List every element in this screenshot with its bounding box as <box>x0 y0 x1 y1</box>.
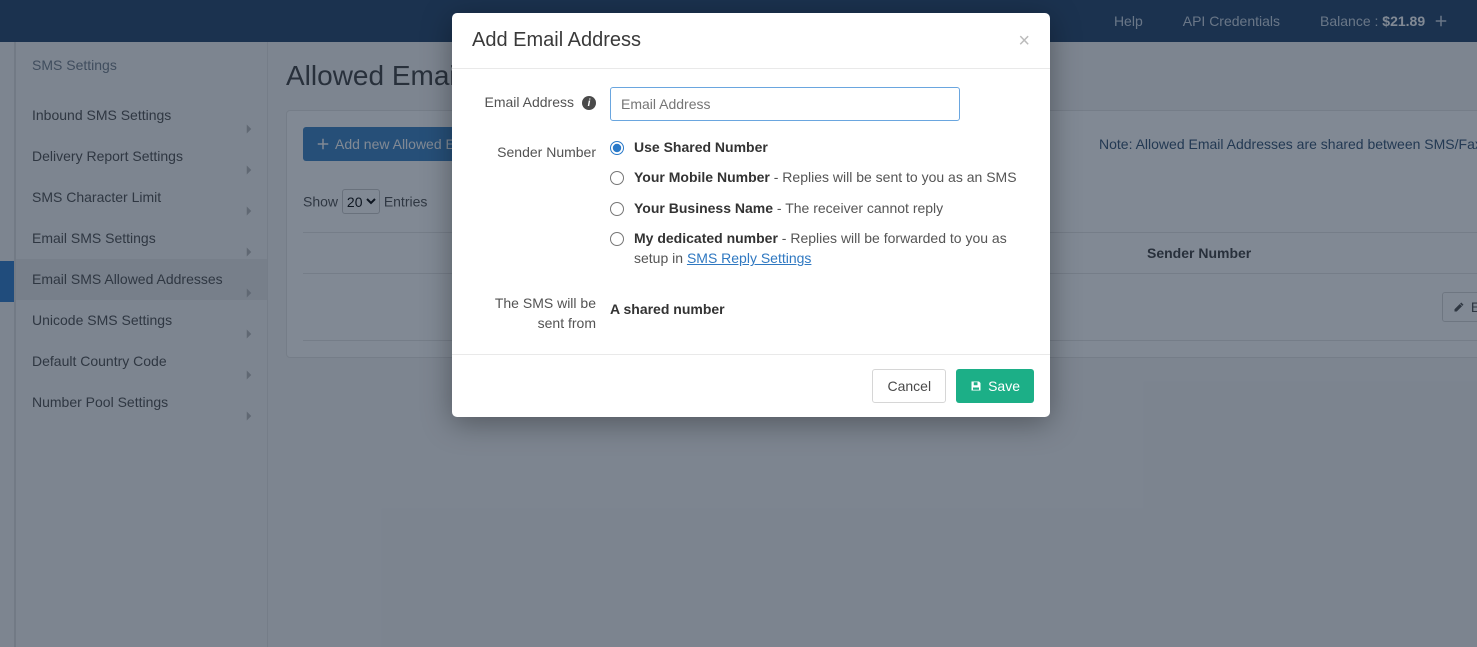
sidebar-item-label: Unicode SMS Settings <box>32 312 172 328</box>
sidebar: SMS Settings Inbound SMS Settings Delive… <box>16 42 268 647</box>
sidebar-item-delivery-report[interactable]: Delivery Report Settings <box>16 136 267 177</box>
save-label: Save <box>988 378 1020 394</box>
edit-label: Edit <box>1471 299 1477 315</box>
col-sender-number: Sender Number <box>1133 233 1428 274</box>
nav-api-credentials-link[interactable]: API Credentials <box>1183 13 1280 29</box>
sidebar-item-char-limit[interactable]: SMS Character Limit <box>16 177 267 218</box>
sidebar-item-label: Delivery Report Settings <box>32 148 183 164</box>
show-label-pre: Show <box>303 194 338 210</box>
option-title: Your Mobile Number <box>634 169 770 185</box>
nav-help-link[interactable]: Help <box>1114 13 1143 29</box>
add-email-modal: Add Email Address × Email Address i Send… <box>452 13 1050 417</box>
option-shared-number[interactable]: Use Shared Number <box>610 137 1030 157</box>
modal-body: Email Address i Sender Number Use Shared… <box>452 69 1050 354</box>
plus-icon[interactable] <box>1435 13 1447 29</box>
radio-business[interactable] <box>610 202 624 216</box>
cancel-button[interactable]: Cancel <box>872 369 946 403</box>
chevron-right-icon <box>243 396 255 437</box>
sent-from-label: The SMS will be sent from <box>472 294 596 333</box>
sidebar-item-email-sms[interactable]: Email SMS Settings <box>16 218 267 259</box>
email-address-input[interactable] <box>610 87 960 121</box>
sidebar-item-email-allowed[interactable]: Email SMS Allowed Addresses <box>16 259 267 300</box>
sender-number-label: Sender Number <box>497 144 596 278</box>
sender-number-options: Use Shared Number Your Mobile Number - R… <box>610 137 1030 278</box>
sidebar-item-label: Number Pool Settings <box>32 394 168 410</box>
save-icon <box>970 378 982 394</box>
sidebar-item-country-code[interactable]: Default Country Code <box>16 341 267 382</box>
sidebar-item-unicode[interactable]: Unicode SMS Settings <box>16 300 267 341</box>
radio-shared[interactable] <box>610 141 624 155</box>
edit-icon <box>1453 299 1465 315</box>
option-title: My dedicated number <box>634 230 778 246</box>
sidebar-item-label: Inbound SMS Settings <box>32 107 171 123</box>
left-rail <box>0 42 14 647</box>
balance-label: Balance : <box>1320 13 1378 29</box>
sidebar-heading: SMS Settings <box>16 47 267 83</box>
save-button[interactable]: Save <box>956 369 1034 403</box>
allowed-shared-note: Note: Allowed Email Addresses are shared… <box>1099 136 1477 152</box>
sidebar-item-inbound-sms[interactable]: Inbound SMS Settings <box>16 95 267 136</box>
modal-footer: Cancel Save <box>452 354 1050 417</box>
edit-row-button[interactable]: Edit <box>1442 292 1477 322</box>
option-desc: - The receiver cannot reply <box>773 200 943 216</box>
option-title: Your Business Name <box>634 200 773 216</box>
show-label-post: Entries <box>384 194 428 210</box>
nav-balance[interactable]: Balance : $21.89 <box>1320 13 1447 29</box>
sidebar-item-label: Default Country Code <box>32 353 167 369</box>
email-address-label: Email Address <box>485 94 574 121</box>
radio-mobile[interactable] <box>610 171 624 185</box>
entries-select[interactable]: 20 <box>342 189 380 214</box>
sidebar-item-label: Email SMS Settings <box>32 230 156 246</box>
close-icon[interactable]: × <box>1018 31 1030 51</box>
option-business-name[interactable]: Your Business Name - The receiver cannot… <box>610 198 1030 218</box>
option-your-mobile[interactable]: Your Mobile Number - Replies will be sen… <box>610 167 1030 187</box>
sent-from-value: A shared number <box>610 294 1030 317</box>
sidebar-item-number-pool[interactable]: Number Pool Settings <box>16 382 267 423</box>
plus-icon <box>317 136 329 152</box>
option-dedicated-number[interactable]: My dedicated number - Replies will be fo… <box>610 228 1030 269</box>
radio-dedicated[interactable] <box>610 232 624 246</box>
sidebar-item-label: SMS Character Limit <box>32 189 161 205</box>
option-title: Use Shared Number <box>634 139 768 155</box>
option-desc: - Replies will be sent to you as an SMS <box>770 169 1017 185</box>
modal-title: Add Email Address <box>472 29 641 52</box>
sidebar-item-label: Email SMS Allowed Addresses <box>32 271 223 287</box>
active-indicator <box>0 261 14 302</box>
balance-value: $21.89 <box>1382 13 1425 29</box>
info-icon[interactable]: i <box>582 96 596 110</box>
sms-reply-settings-link[interactable]: SMS Reply Settings <box>687 250 812 266</box>
modal-header: Add Email Address × <box>452 13 1050 69</box>
